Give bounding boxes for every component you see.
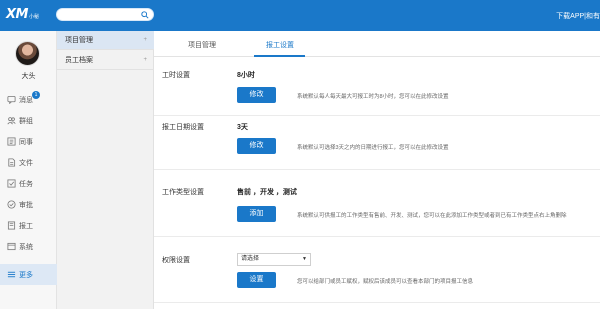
more-icon	[7, 271, 16, 278]
sidebar-item-tasks[interactable]: 任务	[0, 173, 57, 194]
divider	[154, 169, 600, 170]
sidebar-item-label: 同事	[19, 138, 33, 146]
group-icon	[7, 117, 16, 125]
hours-value: 8小时	[237, 72, 255, 79]
tab-project-management[interactable]: 项目管理	[188, 40, 216, 50]
sidebar-item-label: 文件	[19, 159, 33, 167]
tab-report-settings[interactable]: 报工设置	[266, 40, 294, 50]
select-value: 请选择	[241, 256, 260, 262]
logo-subtext: 小秘	[28, 14, 39, 20]
report-icon	[7, 221, 16, 230]
sidebar-item-more[interactable]: 更多	[0, 264, 57, 285]
divider	[154, 302, 600, 303]
chevron-right-icon: +	[143, 37, 147, 43]
sidebar-item-label: 报工	[19, 222, 33, 230]
app-logo[interactable]: XM 小秘	[6, 8, 39, 21]
system-icon	[7, 242, 16, 251]
chevron-right-icon: +	[143, 57, 147, 63]
worktype-setting-label: 工作类型设置	[162, 189, 204, 196]
secondary-menu: 项目管理 + 员工档案 +	[57, 31, 154, 309]
logo-text: XM	[6, 7, 28, 22]
sidebar-item-colleagues[interactable]: 同事	[0, 131, 57, 152]
divider	[154, 236, 600, 237]
hours-setting-label: 工时设置	[162, 72, 190, 79]
sidebar-item-messages[interactable]: 消息 1	[0, 89, 57, 110]
caret-down-icon: ▼	[302, 256, 307, 262]
message-icon	[7, 95, 16, 104]
tab-bar: 项目管理 报工设置	[154, 31, 600, 57]
permission-setting-label: 权限设置	[162, 257, 190, 264]
hours-hint: 系统默认每人每天最大可报工时为8小时，您可以在此修改设置	[297, 94, 449, 100]
submenu-item-project-management[interactable]: 项目管理 +	[57, 31, 154, 50]
left-sidebar: 大头 消息 1 群组 同事 文件 任务 审批 报工 系统 更多	[0, 31, 57, 309]
search-icon[interactable]	[141, 11, 149, 19]
permission-select[interactable]: 请选择 ▼	[237, 253, 311, 266]
approval-icon	[7, 200, 16, 209]
sidebar-item-label: 更多	[19, 271, 33, 279]
main-content: 项目管理 报工设置 工时设置 8小时 修改 系统默认每人每天最大可报工时为8小时…	[154, 31, 600, 309]
submenu-item-employee-records[interactable]: 员工档案 +	[57, 51, 154, 70]
avatar[interactable]	[15, 41, 40, 66]
top-bar: XM 小秘 下载APP|和有	[0, 0, 600, 31]
colleague-icon	[7, 137, 16, 146]
download-app-link[interactable]: 下载APP|和有	[556, 11, 600, 21]
edit-date-button[interactable]: 修改	[237, 138, 276, 154]
worktype-value: 售前 ，开发 ，测试	[237, 189, 297, 196]
date-hint: 系统默认可选择3天之内的日期进行报工，您可以在此修改设置	[297, 145, 449, 151]
search-input[interactable]	[56, 8, 154, 21]
active-tab-indicator	[254, 55, 305, 57]
date-setting-label: 报工日期设置	[162, 124, 204, 131]
sidebar-item-approval[interactable]: 审批	[0, 194, 57, 215]
sidebar-item-report[interactable]: 报工	[0, 215, 57, 236]
worktype-hint: 系统默认可供报工的工作类型有售前、开发、测试，您可以在此添加工作类型或者到已有工…	[297, 213, 567, 219]
sidebar-item-label: 任务	[19, 180, 33, 188]
file-icon	[8, 158, 16, 167]
add-worktype-button[interactable]: 添加	[237, 206, 276, 222]
sidebar-item-groups[interactable]: 群组	[0, 110, 57, 131]
task-icon	[7, 179, 16, 188]
submenu-item-label: 项目管理	[65, 37, 93, 44]
permission-hint: 您可以给部门或员工赋权，赋权后该成员可以查看本部门的项目报工信息	[297, 279, 474, 285]
sidebar-item-system[interactable]: 系统	[0, 236, 57, 257]
sidebar-item-label: 系统	[19, 243, 33, 251]
username: 大头	[21, 73, 36, 80]
edit-hours-button[interactable]: 修改	[237, 87, 276, 103]
submenu-item-label: 员工档案	[65, 57, 93, 64]
sidebar-item-files[interactable]: 文件	[0, 152, 57, 173]
set-permission-button[interactable]: 设置	[237, 272, 276, 288]
sidebar-item-label: 消息	[19, 96, 33, 104]
sidebar-item-label: 群组	[19, 117, 33, 125]
date-value: 3天	[237, 124, 248, 131]
divider	[154, 115, 600, 116]
unread-badge: 1	[32, 91, 40, 99]
sidebar-item-label: 审批	[19, 201, 33, 209]
